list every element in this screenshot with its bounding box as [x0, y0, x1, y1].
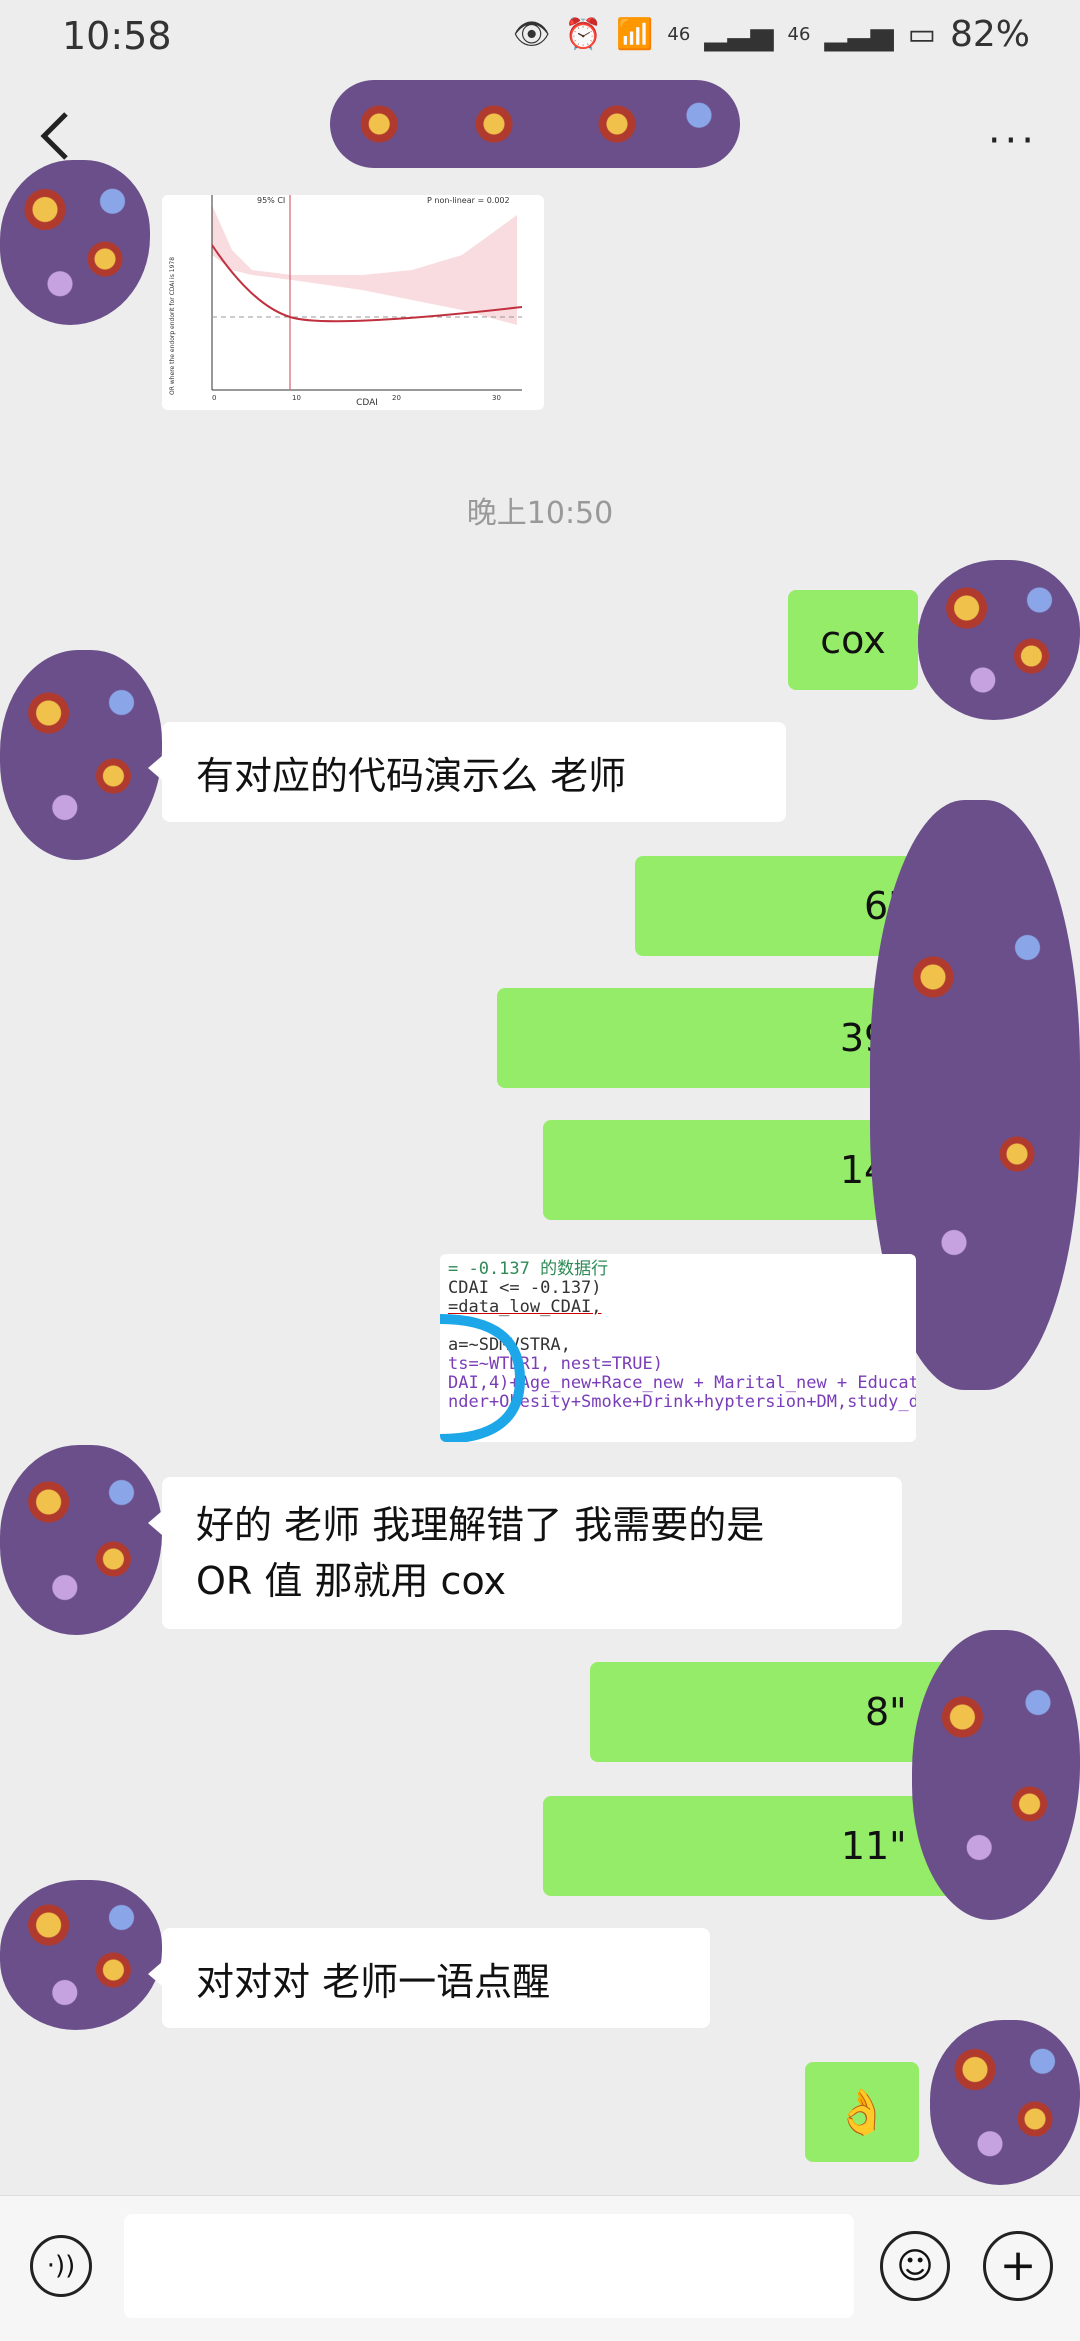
emoji-button[interactable]: ☺: [880, 2231, 950, 2301]
signal-2-label: 46: [787, 24, 811, 45]
ellipsis-icon[interactable]: ···: [988, 118, 1038, 164]
alarm-icon: ⏰: [564, 17, 603, 52]
voice-input-button[interactable]: ·)): [30, 2235, 92, 2297]
message-timestamp: 晚上10:50: [466, 496, 614, 531]
status-icons: 👁 ⏰ 📶 46 ▂▃▅ 46 ▂▃▅ ▭ 82%: [513, 14, 1030, 55]
eye-icon: 👁: [512, 17, 551, 52]
message-text: 有对应的代码演示么 老师: [196, 753, 627, 798]
avatar-self[interactable]: [918, 560, 1080, 720]
battery-percent: 82%: [949, 14, 1030, 55]
battery-icon: ▭: [907, 17, 936, 52]
message-text-line: OR 值 那就用 cox: [196, 1559, 507, 1603]
chat-title-obscured: [330, 80, 740, 168]
message-text-line: 好的 老师 我理解错了 我需要的是: [196, 1503, 765, 1547]
message-bubble-received[interactable]: 对对对 老师一语点醒: [148, 1928, 710, 2028]
chart-xtick: 20: [392, 394, 401, 402]
voice-duration: 11": [840, 1824, 907, 1868]
message-bubble-received[interactable]: 好的 老师 我理解错了 我需要的是 OR 值 那就用 cox: [148, 1477, 902, 1629]
smiley-icon: ☺: [896, 2245, 934, 2287]
code-image-message[interactable]: = -0.137 的数据行 CDAI <= -0.137) =data_low_…: [440, 1254, 916, 1442]
emoji-message-sent[interactable]: 👌: [805, 2062, 919, 2162]
back-chevron-icon[interactable]: [36, 108, 76, 164]
status-time: 10:58: [62, 14, 172, 58]
signal-1-label: 46: [667, 24, 691, 45]
message-text: 对对对 老师一语点醒: [196, 1959, 551, 2004]
chart-annotation-left: 95% CI: [257, 196, 285, 205]
code-line: CDAI <= -0.137): [448, 1278, 602, 1298]
chart-xtick: 30: [492, 394, 501, 402]
avatar-contact[interactable]: [0, 1445, 162, 1635]
message-text: cox: [820, 618, 886, 662]
avatar-self[interactable]: [930, 2020, 1080, 2185]
voice-duration: 8": [865, 1690, 907, 1734]
more-actions-button[interactable]: +: [983, 2231, 1053, 2301]
avatar-self[interactable]: [912, 1630, 1080, 1920]
avatar-contact[interactable]: [0, 160, 150, 325]
chart-xtick: 0: [212, 394, 216, 402]
chart-image-message[interactable]: CDAI 95% CI P non-linear = 0.002 0 10 20…: [162, 195, 544, 410]
signal-1-icon: ▂▃▅: [704, 17, 774, 52]
blue-annotation-mark: [440, 1314, 526, 1442]
plus-icon: +: [999, 2240, 1037, 2291]
voice-icon: ·)): [46, 2251, 76, 2281]
ok-hand-icon: 👌: [834, 2087, 890, 2138]
code-line: = -0.137 的数据行: [448, 1259, 609, 1279]
avatar-contact[interactable]: [0, 1880, 162, 2030]
avatar-contact[interactable]: [0, 650, 162, 860]
chart-ylabel: OR where the endorp endorit for CDAI is …: [169, 257, 176, 395]
message-input[interactable]: [124, 2214, 854, 2318]
chart-xtick: 10: [292, 394, 301, 402]
chart-annotation-right: P non-linear = 0.002: [427, 196, 510, 205]
message-bubble-received[interactable]: 有对应的代码演示么 老师: [148, 722, 786, 822]
chart-xlabel: CDAI: [356, 398, 378, 408]
signal-2-icon: ▂▃▅: [824, 17, 894, 52]
message-bubble-sent[interactable]: cox: [788, 590, 932, 690]
wifi-icon: 📶: [616, 17, 654, 52]
